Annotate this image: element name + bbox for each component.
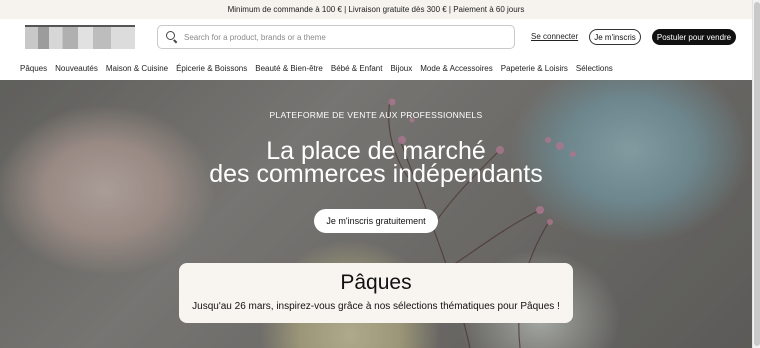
- apply-to-sell-button[interactable]: Postuler pour vendre: [652, 29, 736, 45]
- page-scrollbar[interactable]: [752, 0, 760, 348]
- nav-item-beaute-bien-etre[interactable]: Beauté & Bien-être: [255, 64, 323, 73]
- nav-item-epicerie-boissons[interactable]: Épicerie & Boissons: [176, 64, 247, 73]
- search-icon: [166, 31, 178, 43]
- signup-button[interactable]: Je m'inscris: [589, 29, 641, 45]
- category-nav: Pâques Nouveautés Maison & Cuisine Épice…: [0, 56, 752, 80]
- nav-item-nouveautes[interactable]: Nouveautés: [55, 64, 98, 73]
- hero-kicker: PLATEFORME DE VENTE AUX PROFESSIONNELS: [269, 110, 483, 120]
- nav-item-papeterie-loisirs[interactable]: Papeterie & Loisirs: [501, 64, 568, 73]
- nav-item-paques[interactable]: Pâques: [20, 64, 47, 73]
- search-bar[interactable]: [157, 25, 515, 49]
- easter-promo-card[interactable]: Pâques Jusqu'au 26 mars, inspirez-vous g…: [179, 263, 573, 323]
- search-input[interactable]: [184, 32, 504, 42]
- nav-item-maison-cuisine[interactable]: Maison & Cuisine: [106, 64, 168, 73]
- nav-item-bijoux[interactable]: Bijoux: [390, 64, 412, 73]
- promo-bar-text: Minimum de commande à 100 € | Livraison …: [227, 5, 525, 14]
- site-logo[interactable]: [25, 27, 135, 49]
- promo-card-text: Jusqu'au 26 mars, inspirez-vous grâce à …: [192, 301, 560, 312]
- nav-item-selections[interactable]: Sélections: [576, 64, 613, 73]
- hero-title: La place de marché des commerces indépen…: [0, 139, 752, 188]
- nav-item-mode-accessoires[interactable]: Mode & Accessoires: [420, 64, 492, 73]
- site-header: Se connecter Je m'inscris Postuler pour …: [0, 19, 752, 56]
- hero-signup-button[interactable]: Je m'inscris gratuitement: [314, 209, 438, 233]
- promo-bar: Minimum de commande à 100 € | Livraison …: [0, 0, 752, 19]
- hero-title-line-2: des commerces indépendants: [209, 160, 543, 188]
- login-link[interactable]: Se connecter: [531, 32, 578, 41]
- promo-card-title: Pâques: [340, 271, 412, 294]
- scrollbar-thumb[interactable]: [754, 2, 760, 346]
- nav-item-bebe-enfant[interactable]: Bébé & Enfant: [331, 64, 383, 73]
